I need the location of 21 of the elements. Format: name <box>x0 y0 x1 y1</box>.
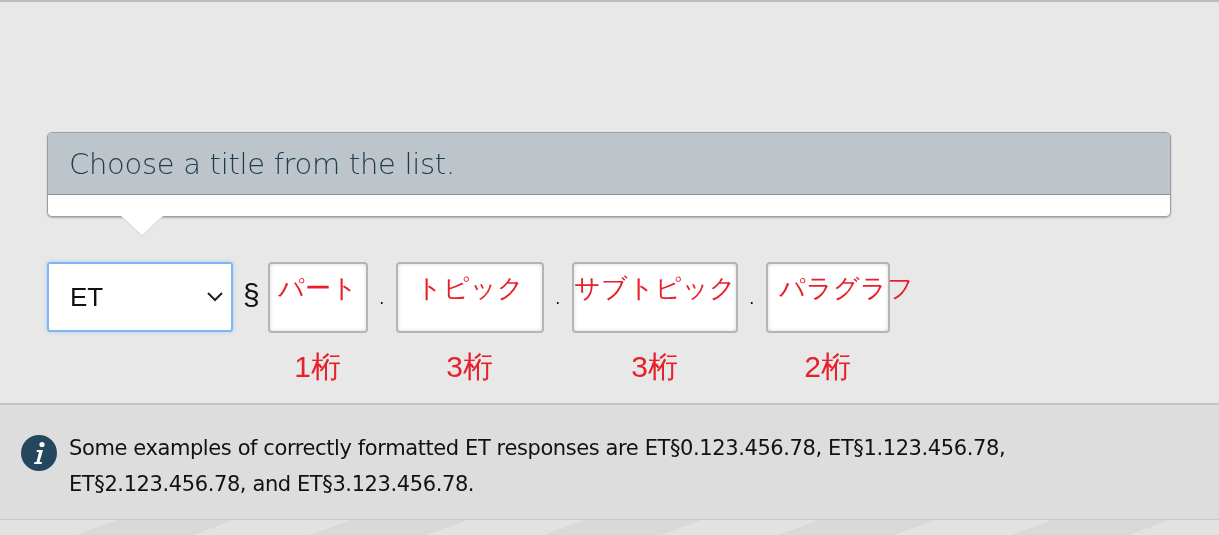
digit-count-label: 2桁 <box>804 349 852 385</box>
input-field[interactable] <box>267 262 368 333</box>
digit-count-label: 3桁 <box>631 349 679 385</box>
info-icon <box>21 435 57 471</box>
digit-count-label: 3桁 <box>446 349 494 385</box>
input-field[interactable] <box>571 262 738 333</box>
title-select[interactable]: ET <box>47 262 233 332</box>
field-annotation: サブトピック <box>573 274 736 305</box>
callout-text: Choose a title from the list. <box>69 146 455 181</box>
separator-dot: . <box>748 288 756 309</box>
field-annotation: パラグラフ <box>778 274 914 305</box>
separator-dot: . <box>554 288 562 309</box>
field-annotation: トピック <box>415 274 524 305</box>
info-text: Some examples of correctly formatted ET responses are ET§0.123.456.78, ET§1.123.456.78, ET§2.123.456.78, and ET§3.123.456.78. <box>69 435 1007 498</box>
separator-dot: . <box>378 288 386 309</box>
section-sign: § <box>243 278 260 312</box>
digit-count-label: 1桁 <box>294 349 342 385</box>
input-field[interactable] <box>765 262 890 333</box>
input-field[interactable] <box>395 262 544 333</box>
field-annotation: パート <box>277 274 358 305</box>
chevron-down-icon <box>207 292 223 302</box>
